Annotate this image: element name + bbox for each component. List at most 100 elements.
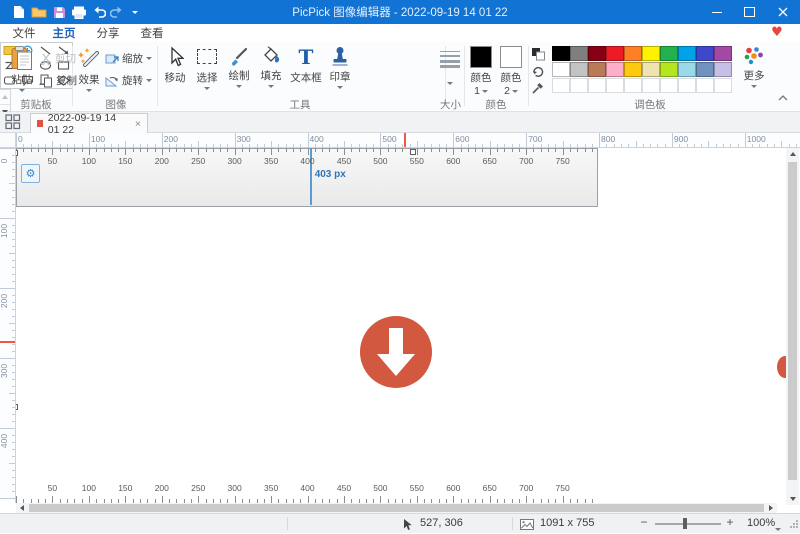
palette-swatch-empty[interactable] xyxy=(660,78,678,93)
select-tool[interactable]: 选择 xyxy=(192,46,222,90)
ruler-tick xyxy=(344,141,345,147)
print-icon[interactable] xyxy=(70,4,88,20)
scroll-up-icon[interactable] xyxy=(786,148,799,160)
ruler-tool-image: ⚙ 403 px 5050100100150150200200250250300… xyxy=(16,148,598,207)
palette-swatch[interactable] xyxy=(660,62,678,77)
palette-swatch[interactable] xyxy=(678,46,696,61)
undo-icon[interactable] xyxy=(90,4,108,20)
tab-home[interactable]: 主页 xyxy=(46,24,82,44)
palette-swatch[interactable] xyxy=(570,62,588,77)
scroll-left-icon[interactable] xyxy=(16,503,28,513)
paste-button[interactable]: 粘贴 xyxy=(4,46,40,92)
tool-tick xyxy=(519,148,520,152)
tab-file[interactable]: 文件 xyxy=(6,24,42,42)
tool-tick xyxy=(67,148,68,152)
scroll-right-icon[interactable] xyxy=(765,503,777,513)
zoom-slider-thumb[interactable] xyxy=(683,518,687,529)
color2-button[interactable]: 颜色 2 xyxy=(497,46,525,97)
palette-swatch-empty[interactable] xyxy=(606,78,624,93)
new-file-icon[interactable] xyxy=(10,4,28,20)
zoom-in-button[interactable]: + xyxy=(724,515,736,529)
palette-swatch[interactable] xyxy=(678,62,696,77)
move-tool[interactable]: 移动 xyxy=(160,46,190,85)
palette-swatch-empty[interactable] xyxy=(588,78,606,93)
qat-dropdown-icon[interactable] xyxy=(126,4,144,20)
palette-swatch[interactable] xyxy=(624,62,642,77)
vertical-ruler[interactable]: 0100200300400500 xyxy=(0,148,16,503)
tab-view[interactable]: 查看 xyxy=(134,24,170,42)
canvas[interactable]: ⚙ 403 px 5050100100150150200200250250300… xyxy=(16,148,786,503)
hscroll-thumb[interactable] xyxy=(29,504,764,512)
minimize-button[interactable] xyxy=(700,0,733,24)
palette-swatch[interactable] xyxy=(696,46,714,61)
maximize-button[interactable] xyxy=(733,0,766,24)
zoom-dropdown-icon[interactable] xyxy=(775,522,781,534)
grid-view-icon[interactable] xyxy=(5,114,21,130)
resize-grip[interactable] xyxy=(789,519,798,528)
handle-top-left[interactable] xyxy=(16,150,18,156)
draw-tool[interactable]: 绘制 xyxy=(224,46,254,88)
refresh-colors-icon[interactable] xyxy=(531,64,545,78)
palette-swatch[interactable] xyxy=(624,46,642,61)
resize-button[interactable]: 缩放 xyxy=(104,51,152,66)
size-button[interactable] xyxy=(437,46,463,85)
open-folder-icon[interactable] xyxy=(30,4,48,20)
palette-swatch[interactable] xyxy=(552,62,570,77)
ruler-tick xyxy=(621,144,622,147)
save-icon[interactable] xyxy=(50,4,68,20)
tool-tick xyxy=(31,148,32,152)
redo-icon[interactable] xyxy=(108,4,126,20)
collapse-ribbon-icon[interactable] xyxy=(778,95,788,101)
textbox-tool[interactable]: T 文本框 xyxy=(288,46,324,85)
palette-swatch[interactable] xyxy=(660,46,678,61)
image-size[interactable]: 1091 x 755 xyxy=(540,517,594,529)
more-colors-button[interactable]: 更多 xyxy=(738,46,770,88)
palette-swatch-empty[interactable] xyxy=(714,78,732,93)
zoom-out-button[interactable]: − xyxy=(638,515,650,529)
scroll-down-icon[interactable] xyxy=(786,493,799,505)
ruler-tick xyxy=(133,144,134,147)
copy-button[interactable]: 复制 xyxy=(40,73,77,88)
rotate-button[interactable]: 旋转 xyxy=(104,73,152,88)
palette-swatch[interactable] xyxy=(714,46,732,61)
zoom-level[interactable]: 100% xyxy=(747,517,775,529)
vertical-scrollbar[interactable] xyxy=(786,148,799,505)
horizontal-ruler[interactable]: 01002003004005006007008009001000 xyxy=(16,133,800,148)
effects-button[interactable]: 效果 xyxy=(74,46,104,92)
heart-icon[interactable]: ♥ xyxy=(766,25,788,41)
handle-top-center[interactable] xyxy=(410,149,416,155)
doc-tab-close-icon[interactable]: × xyxy=(135,118,141,130)
cut-button[interactable]: 剪切 xyxy=(40,51,76,66)
palette-swatch-empty[interactable] xyxy=(678,78,696,93)
palette-swatch[interactable] xyxy=(606,62,624,77)
tab-share[interactable]: 分享 xyxy=(90,24,126,42)
palette-swatch-empty[interactable] xyxy=(696,78,714,93)
swap-colors-icon[interactable] xyxy=(531,47,546,61)
ruler-tick xyxy=(12,435,15,436)
handle-left-middle[interactable] xyxy=(16,404,18,410)
palette-swatch[interactable] xyxy=(606,46,624,61)
palette-swatch-empty[interactable] xyxy=(642,78,660,93)
palette-swatch[interactable] xyxy=(588,46,606,61)
document-tab[interactable]: 2022-09-19 14 01 22 × xyxy=(30,113,148,133)
palette-swatch[interactable] xyxy=(642,62,660,77)
palette-swatch-empty[interactable] xyxy=(570,78,588,93)
stamp-tool[interactable]: 印章 xyxy=(326,46,354,89)
color1-button[interactable]: 颜色 1 xyxy=(467,46,495,97)
palette-swatch[interactable] xyxy=(570,46,588,61)
palette-swatch-empty[interactable] xyxy=(624,78,642,93)
close-button[interactable] xyxy=(766,0,800,24)
palette-swatch-empty[interactable] xyxy=(552,78,570,93)
ruler-tick xyxy=(169,144,170,147)
eyedropper-icon[interactable] xyxy=(531,81,545,95)
fill-tool[interactable]: 填充 xyxy=(256,46,286,88)
palette-swatch[interactable] xyxy=(552,46,570,61)
vscroll-thumb[interactable] xyxy=(788,162,797,480)
palette-swatch[interactable] xyxy=(642,46,660,61)
palette-swatch[interactable] xyxy=(696,62,714,77)
zoom-slider-track[interactable] xyxy=(655,523,721,525)
palette-swatch[interactable] xyxy=(588,62,606,77)
horizontal-scrollbar[interactable] xyxy=(16,503,777,513)
palette-swatch[interactable] xyxy=(714,62,732,77)
cursor-position[interactable]: 527, 306 xyxy=(420,517,463,529)
